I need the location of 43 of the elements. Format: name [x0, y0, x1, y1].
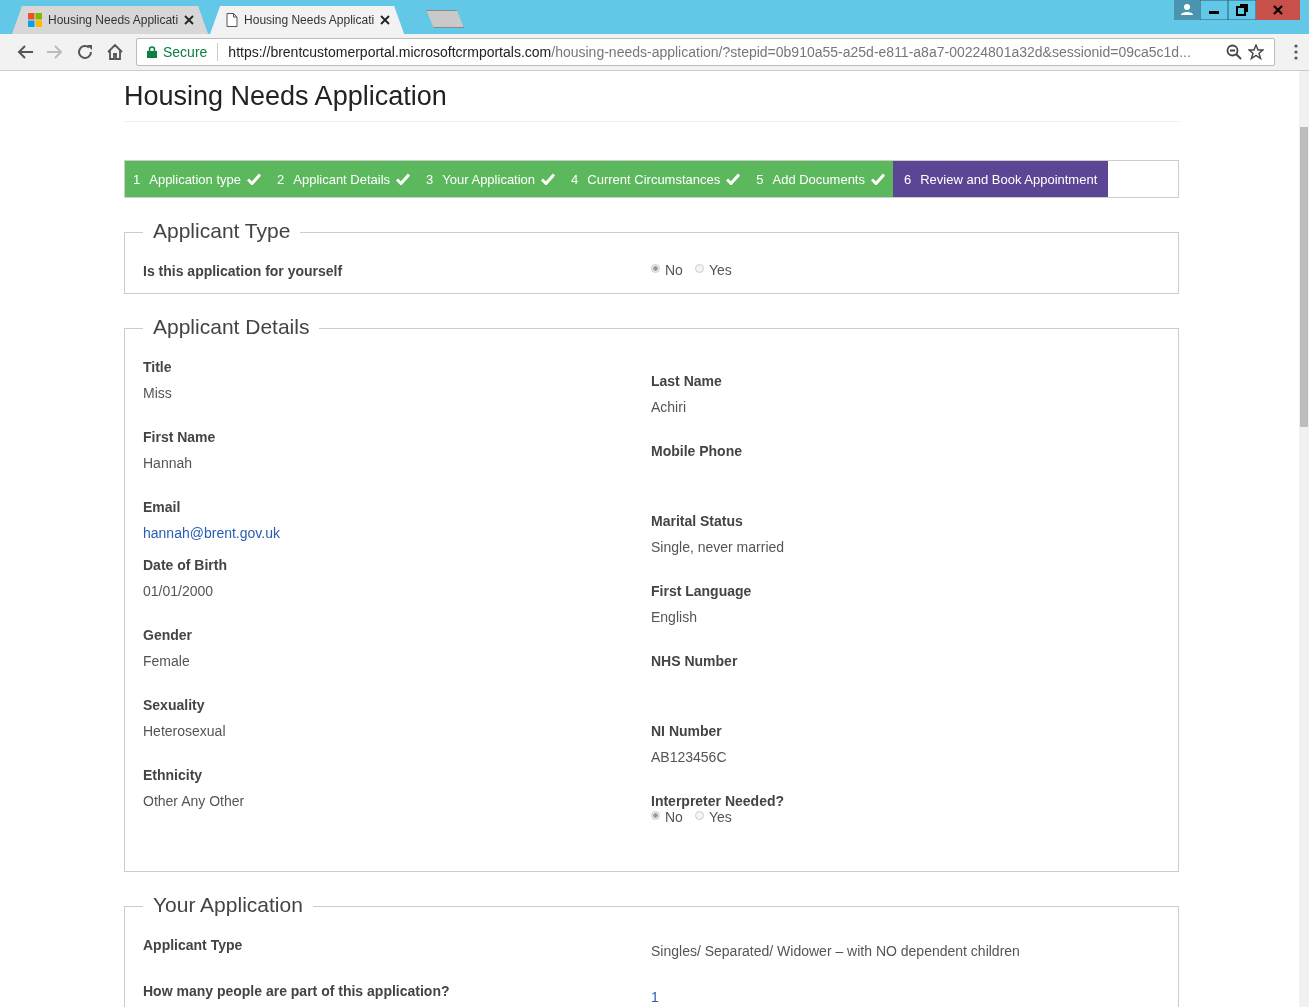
field-label: Is this application for yourself	[143, 263, 344, 279]
link[interactable]: 1	[651, 989, 659, 1005]
field-value: Achiri	[651, 399, 687, 415]
field-value: Female	[143, 653, 191, 669]
field-label: Ethnicity	[143, 767, 204, 783]
field-label: Gender	[143, 627, 193, 643]
field-label: Applicant Type	[143, 937, 244, 953]
field-label: How many people are part of this application?	[143, 983, 451, 999]
step-item[interactable]: 6 Review and Book Appointment	[893, 161, 1109, 197]
radio-label: Yes	[708, 809, 732, 825]
link[interactable]: hannah@brent.gov.uk	[143, 525, 651, 541]
field-value: Miss	[143, 385, 173, 401]
field-value: Heterosexual	[143, 723, 227, 739]
field-value: 01/01/2000	[143, 583, 215, 599]
secure-label: Secure	[163, 44, 208, 60]
field-value: English	[651, 609, 698, 625]
field-value: Single, never married	[651, 539, 786, 555]
field-label: Interpreter Needed?	[651, 793, 786, 809]
field-label: Mobile Phone	[651, 443, 743, 459]
field-label: Date of Birth	[143, 557, 228, 573]
radio-label: Yes	[708, 262, 732, 278]
field-value: Singles/ Separated/ Widower – with NO dependent children	[651, 943, 1020, 959]
field-label: Sexuality	[143, 697, 206, 713]
radio-label: No	[665, 809, 683, 825]
field-value: Other Any Other	[143, 793, 246, 809]
url-text: https://brentcustomerportal.microsoftcrmportals.com/housing-needs-application/?stepid=0b910a55-a25d-e811-a8a7-00224801a32d&sessionid=09ca5c1d...	[228, 44, 1191, 60]
field-label: NI Number	[651, 723, 723, 739]
field-label: Title	[143, 359, 173, 375]
browser-tab[interactable]: Housing Needs Applicati	[12, 6, 209, 34]
tab-title: Housing Needs Applicati	[244, 13, 375, 27]
field-label: Email	[143, 499, 182, 515]
radio-label: No	[665, 262, 683, 278]
field-value: AB123456C	[651, 749, 728, 765]
field-label: Last Name	[651, 373, 723, 389]
tab-title: Housing Needs Applicati	[48, 13, 179, 27]
browser-tab[interactable]: Housing Needs Applicati	[210, 6, 405, 34]
address-bar[interactable]: Secure https://brentcustomerportal.microsoftcrmportals.com/housing-needs-application/?stepid=0b910a55-a25d-e811-a8a7-00224801a32d&sessionid=09ca5c1d...	[136, 38, 1275, 66]
field-label: First Name	[143, 429, 217, 445]
field-label: NHS Number	[651, 653, 739, 669]
field-label: Marital Status	[651, 513, 744, 529]
page-title: Housing Needs Application	[124, 81, 1179, 122]
field-value: Hannah	[143, 455, 194, 471]
field-label: First Language	[651, 583, 753, 599]
